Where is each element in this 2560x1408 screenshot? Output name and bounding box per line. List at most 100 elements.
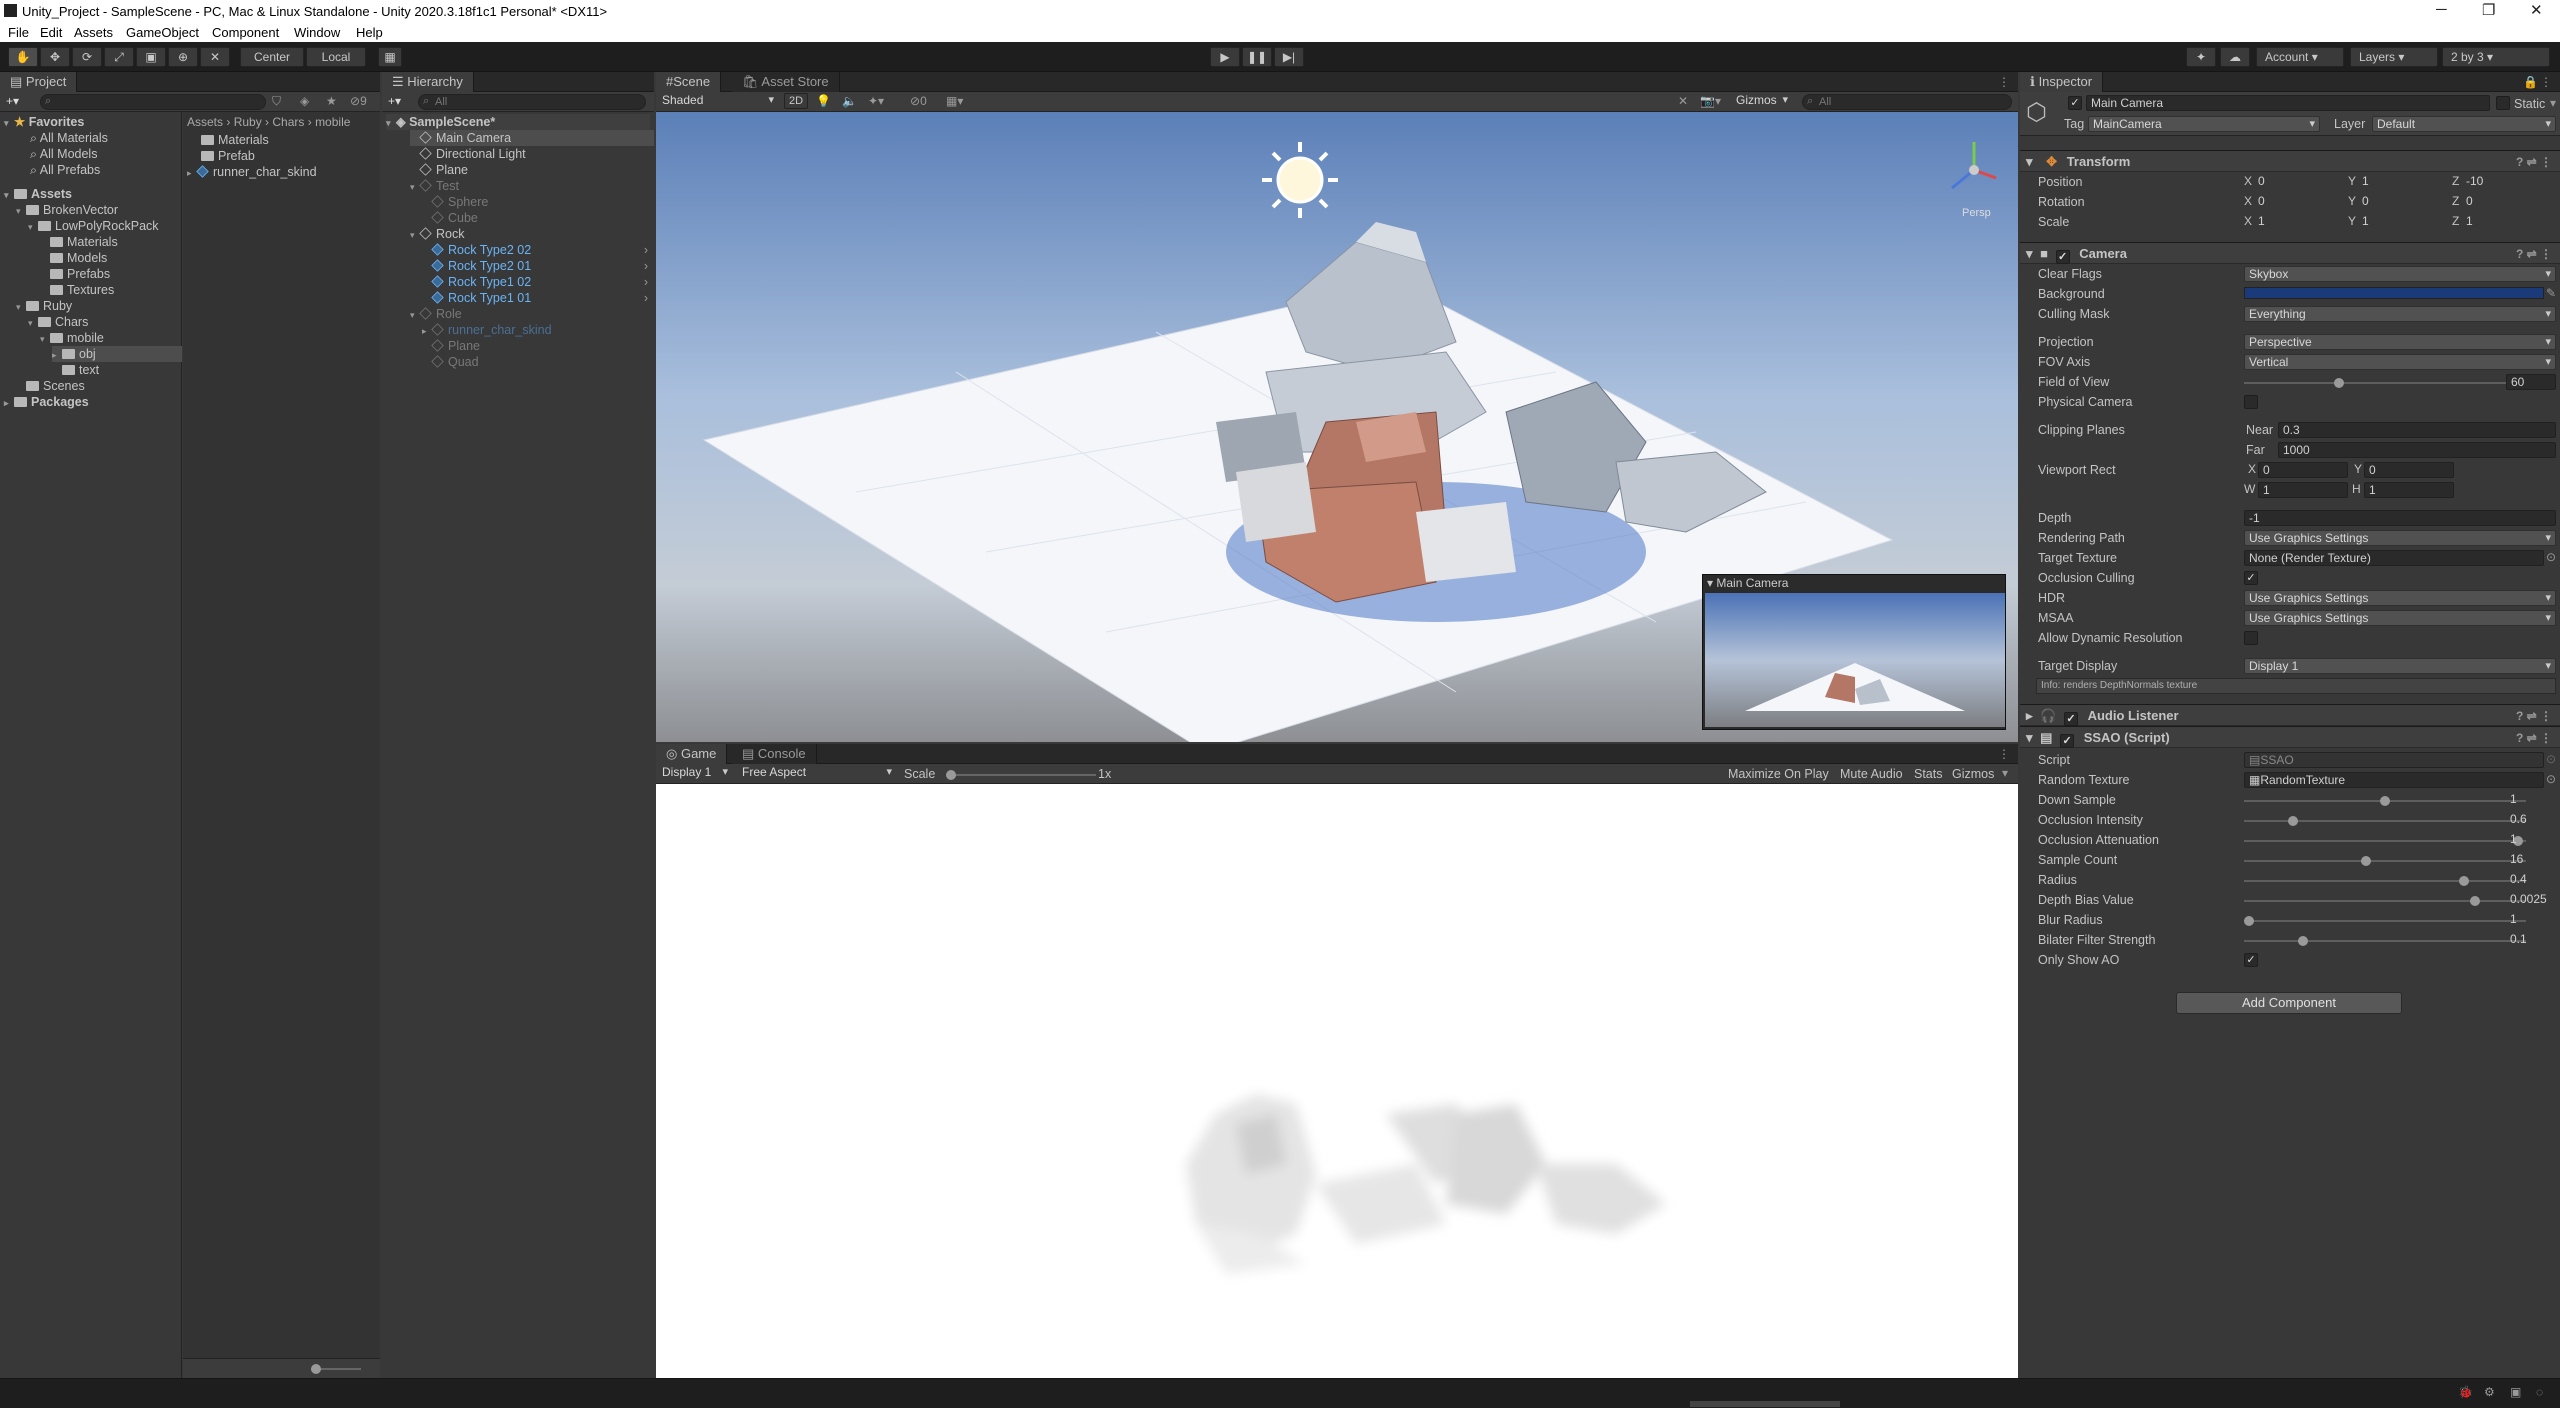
tab-console[interactable]: ▤ Console xyxy=(732,744,817,764)
layout-dropdown[interactable]: 2 by 3 ▾ xyxy=(2442,47,2550,67)
slider-value-field[interactable]: 0.4 xyxy=(2506,872,2556,888)
gizmos-dropdown-icon[interactable]: ▾ xyxy=(2002,766,2008,780)
file-item[interactable]: Materials xyxy=(201,132,269,148)
ssao-slider[interactable] xyxy=(2244,796,2526,806)
target-display-dropdown[interactable]: Display 1 xyxy=(2244,658,2556,674)
hierarchy-item[interactable]: Rock Type2 01 › xyxy=(422,258,654,274)
slider-value-field[interactable]: 0.6 xyxy=(2506,812,2556,828)
scale-slider[interactable] xyxy=(946,770,1096,780)
assets-node[interactable]: ▾ Assets xyxy=(4,186,72,202)
expand-arrow-icon[interactable]: › xyxy=(644,258,648,274)
component-menu-icon[interactable]: ? ⇌ ⋮ xyxy=(2516,151,2552,173)
audio-icon[interactable]: 🔈 xyxy=(842,94,857,108)
tools-icon[interactable]: ✕ xyxy=(1678,94,1688,108)
pivot-local-button[interactable]: Local xyxy=(306,47,366,67)
folder-node[interactable]: Scenes xyxy=(16,378,182,394)
maximize-on-play-button[interactable]: Maximize On Play xyxy=(1728,766,1829,782)
ssao-slider-knob[interactable] xyxy=(2298,936,2308,946)
culling-mask-dropdown[interactable]: Everything xyxy=(2244,306,2556,322)
camera-header[interactable]: ▾ ■ ✓ Camera ? ⇌ ⋮ xyxy=(2020,242,2560,264)
hand-tool-icon[interactable]: ✋ xyxy=(8,47,38,67)
hierarchy-item[interactable]: Rock Type2 02 › xyxy=(422,242,654,258)
lighting-icon[interactable]: 💡 xyxy=(816,94,831,108)
rendering-path-dropdown[interactable]: Use Graphics Settings xyxy=(2244,530,2556,546)
tag-dropdown[interactable]: MainCamera xyxy=(2088,116,2320,132)
transform-y-field[interactable]: 1 xyxy=(2358,174,2448,190)
gizmos-dropdown[interactable]: Gizmos xyxy=(1732,93,1792,109)
folder-node[interactable]: Materials xyxy=(40,234,182,250)
tab-scene[interactable]: #Scene xyxy=(656,72,722,92)
favorite-item[interactable]: ⌕ All Materials xyxy=(30,130,108,146)
favorite-star-icon[interactable]: ★ xyxy=(326,94,337,108)
menu-component[interactable]: Component xyxy=(212,25,279,40)
lock-icon[interactable]: 🔒 xyxy=(2523,75,2538,89)
pivot-center-button[interactable]: Center xyxy=(240,47,304,67)
scene-viewport[interactable]: Persp ▾ Main Camera xyxy=(656,112,2018,742)
far-field[interactable]: 1000 xyxy=(2278,442,2556,458)
audio-listener-header[interactable]: ▸ 🎧 ✓ Audio Listener ? ⇌ ⋮ xyxy=(2020,704,2560,726)
hierarchy-item[interactable]: Plane xyxy=(410,162,654,178)
audio-enabled-checkbox[interactable]: ✓ xyxy=(2063,712,2078,726)
hierarchy-item[interactable]: Cube xyxy=(422,210,654,226)
custom-tool-icon[interactable]: ✕ xyxy=(200,47,230,67)
grid-snap-icon[interactable]: ▦ xyxy=(378,47,402,67)
debug-icon[interactable]: 🐞 xyxy=(2458,1385,2473,1399)
file-item[interactable]: ▸ runner_char_skind xyxy=(187,164,317,180)
filter-label-icon[interactable]: ◈ xyxy=(300,94,309,108)
menu-help[interactable]: Help xyxy=(356,25,383,40)
slider-value-field[interactable]: 1 xyxy=(2506,792,2556,808)
expand-arrow-icon[interactable]: › xyxy=(644,290,648,306)
hdr-dropdown[interactable]: Use Graphics Settings xyxy=(2244,590,2556,606)
collab-icon[interactable]: ✦ xyxy=(2186,47,2216,67)
folder-node[interactable]: Textures xyxy=(40,282,182,298)
folder-node[interactable]: Models xyxy=(40,250,182,266)
slider-value-field[interactable]: 0.0025 xyxy=(2506,892,2556,908)
panel-menu-icon[interactable]: ⋮ xyxy=(2540,75,2552,89)
clear-flags-dropdown[interactable]: Skybox xyxy=(2244,266,2556,282)
restore-icon[interactable]: ❐ xyxy=(2482,1,2495,19)
menu-assets[interactable]: Assets xyxy=(74,25,113,40)
breadcrumb-item[interactable]: mobile xyxy=(315,115,350,129)
component-menu-icon[interactable]: ? ⇌ ⋮ xyxy=(2516,705,2552,727)
folder-node[interactable]: ▸ Packages xyxy=(4,394,182,410)
ssao-slider-knob[interactable] xyxy=(2380,796,2390,806)
hierarchy-item[interactable]: Plane xyxy=(422,338,654,354)
only-show-ao-checkbox[interactable]: ✓ xyxy=(2244,953,2258,967)
toggle-2d-button[interactable]: 2D xyxy=(784,93,808,109)
zoom-slider-knob[interactable] xyxy=(311,1364,321,1374)
transform-x-field[interactable]: 0 xyxy=(2254,174,2344,190)
expand-arrow-icon[interactable]: › xyxy=(644,274,648,290)
scale-tool-icon[interactable]: ⤢ xyxy=(104,47,134,67)
menu-window[interactable]: Window xyxy=(294,25,340,40)
filter-type-icon[interactable]: ⛉ xyxy=(272,94,281,109)
tab-asset-store[interactable]: 🛍 Asset Store xyxy=(732,72,840,92)
camera-enabled-checkbox[interactable]: ✓ xyxy=(2055,250,2070,264)
occlusion-culling-checkbox[interactable]: ✓ xyxy=(2244,571,2258,585)
menu-file[interactable]: File xyxy=(8,25,29,40)
hierarchy-search-input[interactable]: ⌕ All xyxy=(418,94,646,110)
viewport-y-field[interactable]: 0 xyxy=(2364,462,2454,478)
menu-gameobject[interactable]: GameObject xyxy=(126,25,199,40)
shading-mode-dropdown[interactable]: Shaded xyxy=(658,93,778,109)
ssao-slider-knob[interactable] xyxy=(2459,876,2469,886)
hierarchy-item[interactable]: Quad xyxy=(422,354,654,370)
favorite-item[interactable]: ⌕ All Prefabs xyxy=(30,162,100,178)
zoom-slider[interactable] xyxy=(311,1364,361,1374)
folder-node[interactable]: text xyxy=(52,362,182,378)
ssao-slider[interactable] xyxy=(2244,916,2526,926)
ssao-slider[interactable] xyxy=(2244,856,2526,866)
msaa-dropdown[interactable]: Use Graphics Settings xyxy=(2244,610,2556,626)
move-tool-icon[interactable]: ✥ xyxy=(40,47,70,67)
static-dropdown-icon[interactable]: ▾ xyxy=(2550,96,2556,110)
scene-search-input[interactable]: ⌕ All xyxy=(1802,94,2012,110)
game-viewport[interactable] xyxy=(656,784,2018,1378)
breadcrumb-item[interactable]: Chars xyxy=(272,115,304,129)
transform-y-field[interactable]: 1 xyxy=(2358,214,2448,230)
menu-edit[interactable]: Edit xyxy=(40,25,62,40)
viewport-h-field[interactable]: 1 xyxy=(2364,482,2454,498)
slider-value-field[interactable]: 0.1 xyxy=(2506,932,2556,948)
layer-dropdown[interactable]: Default xyxy=(2372,116,2556,132)
object-picker-icon[interactable]: ⊙ xyxy=(2546,550,2556,564)
rect-tool-icon[interactable]: ▣ xyxy=(136,47,166,67)
hierarchy-item[interactable]: Rock Type1 02 › xyxy=(422,274,654,290)
